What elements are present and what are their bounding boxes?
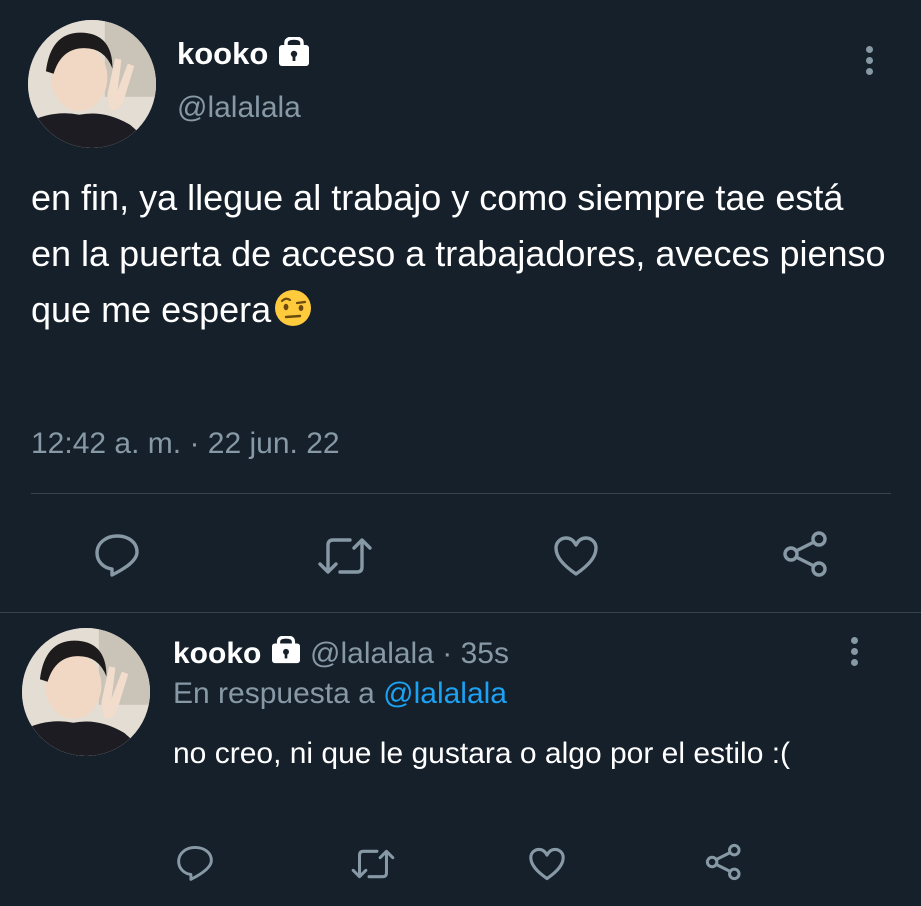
display-name[interactable]: kooko <box>173 637 261 670</box>
separator: · <box>189 427 200 460</box>
replying-to-label: En respuesta a <box>173 677 375 710</box>
main-tweet: kooko @lalalala en fin, ya llegue al tra… <box>0 0 921 612</box>
like-icon <box>554 536 598 576</box>
divider <box>31 493 891 494</box>
retweet-icon <box>318 538 372 574</box>
tweet-date: 22 jun. 22 <box>207 427 340 460</box>
more-options-icon[interactable] <box>861 46 877 79</box>
tweet-text: en fin, ya llegue al trabajo y como siem… <box>31 170 891 344</box>
replying-to-line: En respuesta a @lalalala <box>173 675 507 713</box>
reply-icon <box>95 534 139 577</box>
user-handle[interactable]: @lalalala <box>177 88 301 128</box>
avatar[interactable] <box>28 20 156 148</box>
share-button[interactable] <box>782 530 830 578</box>
tweet-age[interactable]: 35s <box>461 637 509 670</box>
avatar-image <box>22 628 150 756</box>
reply-text: no creo, ni que le gustara o algo por el… <box>173 737 791 770</box>
retweet-button[interactable] <box>316 535 374 577</box>
share-icon <box>783 531 827 577</box>
display-name[interactable]: kooko <box>177 36 268 71</box>
reply-header: kooko @lalalala · 35s <box>173 635 509 674</box>
lock-icon <box>270 635 302 674</box>
reply-tweet: kooko @lalalala · 35s En respuesta a @la… <box>0 613 921 906</box>
tweet-text-body: en fin, ya llegue al trabajo y como siem… <box>31 177 886 330</box>
separator: · <box>442 637 453 670</box>
like-button[interactable] <box>553 535 599 577</box>
replying-to-handle[interactable]: @lalalala <box>383 677 507 710</box>
avatar[interactable] <box>22 628 150 756</box>
reply-icon <box>177 845 213 881</box>
share-icon <box>705 843 741 881</box>
user-handle[interactable]: @lalalala <box>310 637 434 670</box>
like-button[interactable] <box>528 847 566 881</box>
lock-icon <box>277 36 311 75</box>
tweet-time: 12:42 a. m. <box>31 427 182 460</box>
like-icon <box>529 847 565 881</box>
retweet-icon <box>351 849 395 879</box>
reply-button[interactable] <box>94 533 140 577</box>
retweet-button[interactable] <box>350 847 396 881</box>
raised-eyebrow-emoji <box>273 288 313 344</box>
tweet-timestamp[interactable]: 12:42 a. m. · 22 jun. 22 <box>31 424 340 464</box>
avatar-image <box>28 20 156 148</box>
more-options-icon[interactable] <box>846 637 862 670</box>
reply-button[interactable] <box>176 845 214 881</box>
share-button[interactable] <box>705 843 743 881</box>
